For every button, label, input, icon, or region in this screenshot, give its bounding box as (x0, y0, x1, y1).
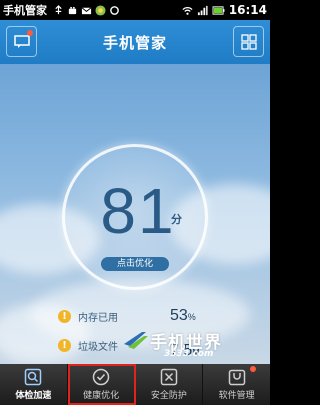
tab-security[interactable]: 安全防护 (136, 364, 204, 405)
tab-label: 体检加速 (15, 391, 52, 401)
app-header: 手机管家 (0, 20, 270, 64)
memory-label: 内存已用 (78, 312, 118, 324)
health-score: 81 (100, 175, 176, 247)
watermark-logo: 手机世界 3533.com (124, 328, 266, 364)
junk-label: 垃圾文件 (78, 341, 118, 353)
watermark-logo-icon (124, 332, 148, 349)
grid-icon (240, 33, 257, 50)
check-circle-icon (92, 368, 110, 386)
message-icon (13, 34, 30, 48)
optimize-button[interactable]: 点击优化 (101, 257, 169, 271)
menu-grid-button[interactable] (233, 26, 264, 57)
memory-stat-row: ! 内存已用 53% (58, 307, 196, 325)
wifi-icon (182, 6, 193, 15)
score-circle[interactable]: 81 分 点击优化 (62, 144, 208, 290)
battery-icon (212, 5, 225, 15)
notification-icons (53, 4, 120, 16)
magnifier-icon (25, 368, 42, 386)
tab-checkup[interactable]: 体检加速 (0, 364, 68, 405)
clock: 16:14 (228, 3, 267, 17)
sync-icon (110, 5, 119, 15)
bag-icon (228, 369, 245, 386)
score-unit: 分 (171, 213, 182, 226)
tab-label: 软件管理 (218, 391, 255, 401)
shield-icon (160, 368, 178, 386)
message-button[interactable] (6, 26, 37, 57)
notification-dot (27, 30, 33, 36)
page-title: 手机管家 (102, 33, 167, 52)
tab-optimize[interactable]: 健康优化 (67, 364, 136, 405)
status-app-title: 手机管家 (3, 4, 47, 17)
main-panel: 81 分 点击优化 ! 内存已用 53% ! 垃圾文件 7.5M 手机世界 35… (0, 64, 270, 364)
watermark-subtext: 3533.com (164, 349, 214, 359)
tab-label: 安全防护 (150, 391, 187, 401)
notification-dot (250, 366, 256, 372)
status-right: 16:14 (182, 3, 267, 17)
usb-icon (55, 4, 62, 14)
signal-icon (197, 5, 208, 15)
app-notify-icon (95, 4, 106, 16)
tab-software[interactable]: 软件管理 (203, 364, 270, 405)
tab-label: 健康优化 (83, 391, 120, 401)
android-debug-icon (68, 6, 77, 14)
bottom-tab-bar: 体检加速 健康优化 安全防护 软件管理 (0, 364, 270, 405)
junk-stat-row: ! 垃圾文件 7.5M (58, 336, 200, 359)
memory-value: 53% (170, 307, 196, 324)
mail-icon (81, 6, 92, 14)
status-bar: 手机管家 16:14 (0, 0, 270, 20)
warning-icon: ! (58, 309, 71, 323)
warning-icon: ! (58, 338, 71, 352)
